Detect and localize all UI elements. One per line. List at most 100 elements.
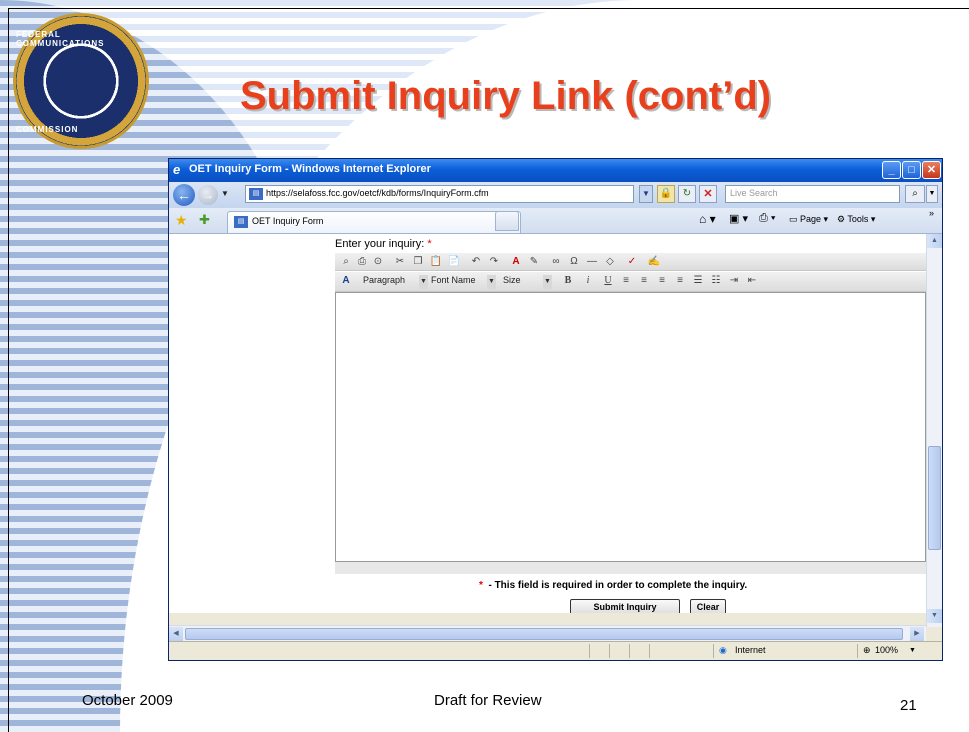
source-icon[interactable]: ◇ xyxy=(603,255,617,269)
horizontal-rule-icon[interactable]: — xyxy=(585,255,599,269)
stop-icon[interactable]: ✕ xyxy=(699,185,717,203)
favorites-star-icon[interactable]: ★ xyxy=(175,212,188,229)
zoom-level[interactable]: 100% xyxy=(875,645,898,655)
underline-icon[interactable]: U xyxy=(601,274,615,288)
history-dropdown-icon[interactable]: ▼ xyxy=(221,189,229,198)
refresh-icon[interactable]: ↻ xyxy=(678,185,696,203)
status-cell xyxy=(629,644,649,658)
find-icon[interactable]: ⌕ xyxy=(339,255,353,269)
search-options-icon[interactable]: ▼ xyxy=(926,185,938,203)
feeds-icon[interactable]: ▣ ▾ xyxy=(729,212,748,225)
editor-toolbar-row-2: A Paragraph ▼ Font Name ▼ Size ▼ B i U ≡… xyxy=(335,272,926,292)
special-char-icon[interactable]: Ω xyxy=(567,255,581,269)
inquiry-label: Enter your inquiry: * xyxy=(335,238,432,250)
zone-label: Internet xyxy=(735,645,766,655)
horizontal-scroll-thumb[interactable] xyxy=(185,628,903,640)
maximize-button[interactable]: □ xyxy=(902,161,921,179)
page-menu-label: Page xyxy=(800,214,822,224)
clear-button[interactable]: Clear xyxy=(690,599,726,613)
zoom-icon[interactable]: ⊕ xyxy=(863,645,871,656)
address-input[interactable]: ▤ https://selafoss.fcc.gov/oetcf/kdb/for… xyxy=(245,185,634,203)
minimize-button[interactable]: _ xyxy=(882,161,901,179)
scroll-right-icon[interactable]: ▶ xyxy=(910,627,924,641)
redo-icon[interactable]: ↷ xyxy=(487,255,501,269)
page-number: 21 xyxy=(900,697,917,714)
paragraph-select[interactable]: Paragraph xyxy=(363,275,405,289)
paste-icon[interactable]: 📋 xyxy=(429,255,443,269)
align-center-icon[interactable]: ≡ xyxy=(637,274,651,288)
copy-icon[interactable]: ❐ xyxy=(411,255,425,269)
seal-bottom-text: COMMISSION xyxy=(16,125,79,134)
scroll-up-icon[interactable]: ▲ xyxy=(927,234,942,248)
paste-text-icon[interactable]: 📄 xyxy=(447,255,461,269)
page-content: Enter your inquiry: * ⌕ ⎙ ⊙ ✂ ❐ 📋 📄 ↶ ↷ … xyxy=(169,234,926,613)
required-note-text: - This field is required in order to com… xyxy=(488,580,748,591)
forward-button[interactable]: → xyxy=(198,185,218,205)
size-select[interactable]: Size xyxy=(503,275,521,289)
back-button[interactable]: ← xyxy=(173,184,195,206)
spellcheck-icon[interactable]: ✓ xyxy=(625,255,639,269)
size-dropdown-icon[interactable]: ▼ xyxy=(543,275,552,289)
numbered-list-icon[interactable]: ☰ xyxy=(691,274,705,288)
vertical-scroll-thumb[interactable] xyxy=(928,446,941,550)
scroll-left-icon[interactable]: ◀ xyxy=(169,627,183,641)
edit-icon[interactable]: ✍ xyxy=(647,255,661,269)
print-icon[interactable]: ⎙ xyxy=(355,255,369,269)
vertical-scrollbar[interactable]: ▲ ▼ xyxy=(926,234,942,627)
font-name-select[interactable]: Font Name xyxy=(431,275,476,289)
inquiry-textarea[interactable] xyxy=(335,292,926,562)
add-favorites-icon[interactable]: ✚ xyxy=(199,212,210,228)
link-icon[interactable]: ∞ xyxy=(549,255,563,269)
outdent-icon[interactable]: ⇤ xyxy=(745,274,759,288)
slide-title: Submit Inquiry Link (cont’d) xyxy=(240,74,772,118)
justify-icon[interactable]: ≡ xyxy=(673,274,687,288)
bullet-list-icon[interactable]: ☷ xyxy=(709,274,723,288)
indent-icon[interactable]: ⇥ xyxy=(727,274,741,288)
undo-icon[interactable]: ↶ xyxy=(469,255,483,269)
inquiry-label-text: Enter your inquiry: xyxy=(335,238,425,250)
align-right-icon[interactable]: ≡ xyxy=(655,274,669,288)
align-left-icon[interactable]: ≡ xyxy=(619,274,633,288)
zoom-dropdown-icon[interactable]: ▼ xyxy=(909,647,916,654)
highlight-icon[interactable]: ✎ xyxy=(527,255,541,269)
page-menu[interactable]: ▭ Page ▾ xyxy=(789,214,828,225)
submit-inquiry-button[interactable]: Submit Inquiry xyxy=(570,599,680,613)
lock-icon[interactable]: 🔒 xyxy=(657,185,675,203)
tab-label: OET Inquiry Form xyxy=(252,216,324,226)
window-titlebar: e OET Inquiry Form - Windows Internet Ex… xyxy=(169,159,942,182)
editor-status-strip xyxy=(335,562,926,574)
scroll-down-icon[interactable]: ▼ xyxy=(927,609,942,623)
paragraph-dropdown-icon[interactable]: ▼ xyxy=(419,275,428,289)
cut-icon[interactable]: ✂ xyxy=(393,255,407,269)
page-icon: ▤ xyxy=(249,188,263,200)
close-button[interactable]: ✕ xyxy=(922,161,941,179)
bold-icon[interactable]: B xyxy=(561,274,575,288)
print-icon[interactable]: ⎙ ▾ xyxy=(759,212,775,225)
horizontal-scrollbar[interactable]: ◀ ▶ xyxy=(169,625,926,641)
status-cell xyxy=(589,644,609,658)
new-tab-button[interactable] xyxy=(495,211,519,231)
address-dropdown-icon[interactable]: ▼ xyxy=(639,185,653,203)
address-url: https://selafoss.fcc.gov/oetcf/kdb/forms… xyxy=(266,188,489,198)
zone-cell xyxy=(713,644,853,658)
search-icon[interactable]: ⌕ xyxy=(905,185,925,203)
italic-icon[interactable]: i xyxy=(581,274,595,288)
home-icon[interactable]: ⌂ ▾ xyxy=(699,212,716,226)
tab-oet-inquiry-form[interactable]: ▤ OET Inquiry Form xyxy=(227,211,521,233)
footer-date: October 2009 xyxy=(82,692,173,709)
footer-draft: Draft for Review xyxy=(434,692,542,709)
ie-logo-icon: e xyxy=(173,162,181,177)
text-color-icon[interactable]: A xyxy=(509,255,523,269)
tools-menu-label: Tools xyxy=(847,214,869,224)
browser-window: e OET Inquiry Form - Windows Internet Ex… xyxy=(168,158,943,661)
binoculars-icon[interactable]: ⊙ xyxy=(371,255,385,269)
page-icon: ▤ xyxy=(234,216,248,228)
format-icon[interactable]: A xyxy=(339,274,353,288)
font-name-dropdown-icon[interactable]: ▼ xyxy=(487,275,496,289)
search-input[interactable]: Live Search xyxy=(725,185,900,203)
globe-icon: ◉ xyxy=(719,645,727,655)
tools-menu[interactable]: ⚙ Tools ▾ xyxy=(837,214,875,225)
status-cell xyxy=(609,644,629,658)
chevron-more-icon[interactable]: » xyxy=(929,208,934,218)
required-note: * - This field is required in order to c… xyxy=(479,580,747,591)
